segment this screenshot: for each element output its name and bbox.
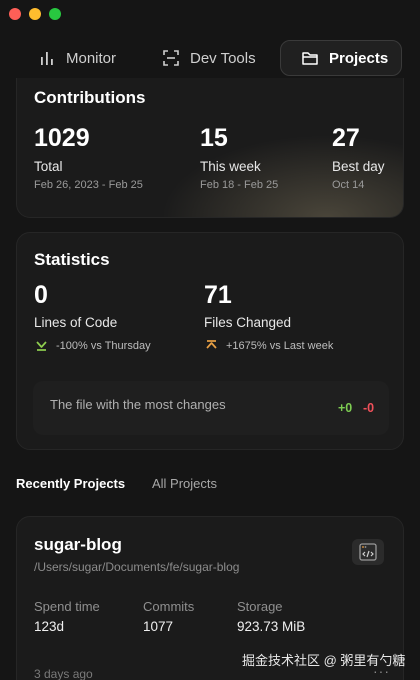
project-path: /Users/sugar/Documents/fe/sugar-blog — [34, 560, 240, 574]
tab-all-projects[interactable]: All Projects — [152, 476, 217, 491]
arrow-up-icon — [206, 340, 217, 349]
most-changed-file-text: The file with the most changes — [50, 397, 226, 412]
app-window: Monitor Dev Tools Projects Contributions… — [0, 0, 420, 680]
this-week-value: 15 — [200, 124, 228, 152]
bar-chart-icon — [41, 52, 53, 65]
statistics-title: Statistics — [34, 250, 110, 269]
best-day-label: Best day — [332, 159, 385, 174]
this-week-range: Feb 18 - Feb 25 — [200, 179, 279, 191]
project-name: sugar-blog — [34, 535, 122, 554]
spend-time-value: 123d — [34, 619, 65, 634]
commits-label: Commits — [143, 599, 195, 614]
tab-projects-label: Projects — [329, 49, 389, 67]
files-changed-change-text: +1675% vs Last week — [226, 339, 334, 352]
scan-icon — [163, 50, 179, 66]
storage-value: 923.73 MiB — [237, 619, 306, 634]
tab-monitor-label: Monitor — [66, 49, 117, 67]
title-bar — [0, 0, 420, 28]
folder-icon — [302, 52, 318, 65]
tab-dev-tools-label: Dev Tools — [190, 49, 256, 67]
files-changed-value: 71 — [204, 281, 232, 309]
contributions-title: Contributions — [34, 88, 146, 107]
files-changed-label: Files Changed — [204, 315, 292, 330]
total-contributions-value: 1029 — [34, 124, 90, 152]
contributions-card: Contributions 1029 Total Feb 26, 2023 - … — [16, 78, 404, 218]
last-updated-text: 3 days ago — [34, 667, 93, 680]
close-window-button[interactable] — [9, 8, 21, 20]
arrow-down-icon — [36, 341, 47, 351]
lines-of-code-label: Lines of Code — [34, 315, 118, 330]
total-contributions-range: Feb 26, 2023 - Feb 25 — [34, 179, 143, 191]
tab-dev-tools[interactable]: Dev Tools — [162, 40, 256, 76]
open-in-editor-button[interactable] — [352, 539, 384, 565]
most-changed-file-box[interactable]: The file with the most changes +0 -0 — [33, 381, 389, 435]
zoom-window-button[interactable] — [49, 8, 61, 20]
total-contributions-label: Total — [34, 159, 63, 174]
lines-of-code-change-text: -100% vs Thursday — [56, 339, 151, 352]
commits-value: 1077 — [143, 619, 174, 634]
statistics-card: Statistics 0 Lines of Code -100% vs Thur… — [16, 232, 404, 450]
lines-added-count: +0 — [338, 401, 353, 415]
spend-time-label: Spend time — [34, 599, 100, 614]
tab-recently-projects[interactable]: Recently Projects — [16, 476, 125, 491]
tab-projects[interactable]: Projects — [280, 40, 402, 76]
minimize-window-button[interactable] — [29, 8, 41, 20]
best-day-value: 27 — [332, 124, 360, 152]
code-icon — [359, 543, 377, 561]
files-changed-change: +1675% vs Last week — [204, 338, 333, 353]
this-week-label: This week — [200, 159, 261, 174]
lines-removed-count: -0 — [363, 401, 375, 415]
best-day-date: Oct 14 — [332, 179, 365, 191]
lines-of-code-value: 0 — [34, 281, 48, 309]
main-nav-tabs: Monitor Dev Tools Projects — [16, 40, 404, 76]
projects-tabs: Recently Projects All Projects — [16, 476, 404, 496]
watermark-text: 掘金技术社区 @ 粥里有勺糖 — [242, 653, 406, 668]
tab-monitor[interactable]: Monitor — [38, 40, 116, 76]
storage-label: Storage — [237, 599, 283, 614]
lines-of-code-change: -100% vs Thursday — [34, 338, 151, 353]
